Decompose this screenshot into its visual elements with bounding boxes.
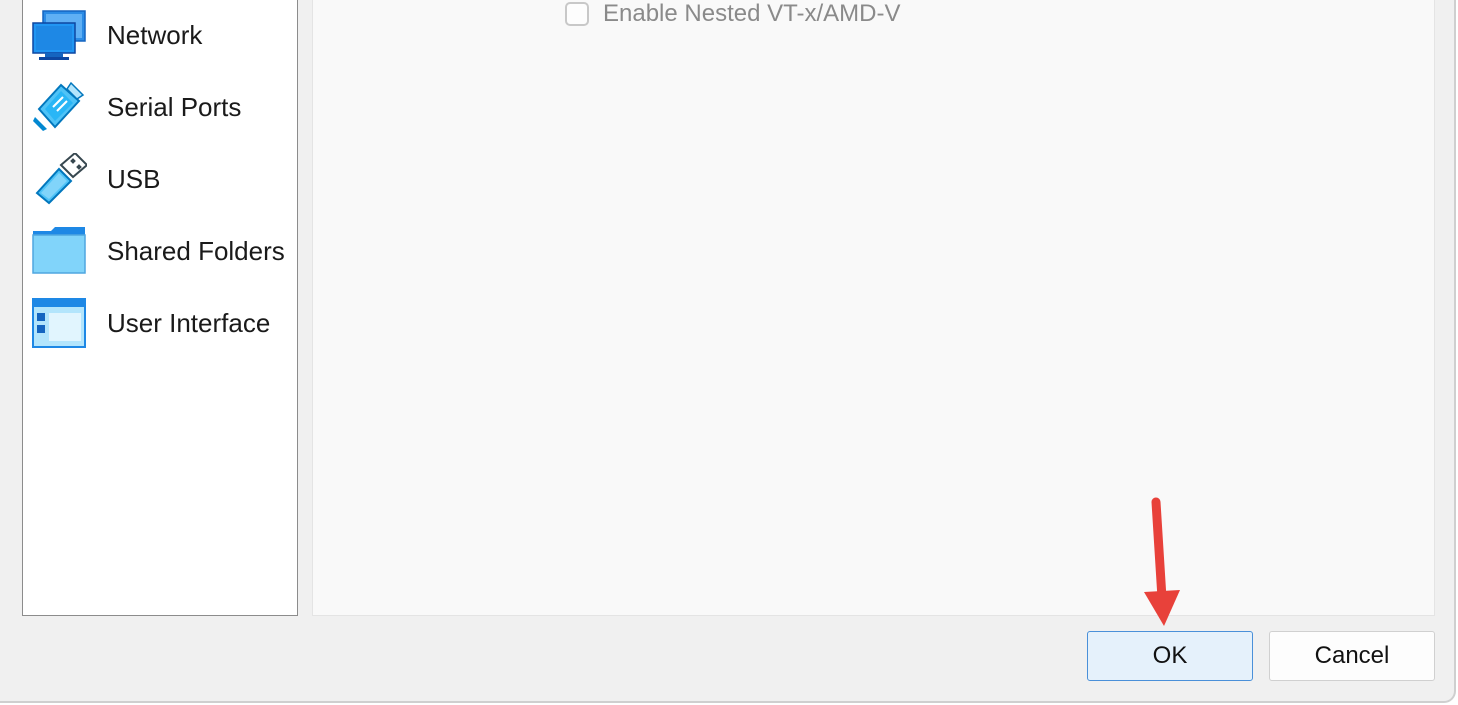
settings-sidebar: Network Serial Ports USB Shared Folders …	[22, 0, 298, 616]
shared-folder-icon	[32, 227, 86, 274]
nested-vtx-row: Enable Nested VT-x/AMD-V	[565, 0, 900, 30]
settings-content-panel: Enable Nested VT-x/AMD-V	[312, 0, 1435, 616]
usb-icon	[35, 153, 87, 205]
sidebar-item-label: Network	[107, 19, 203, 50]
sidebar-item-label: USB	[107, 163, 161, 194]
sidebar-item-label: User Interface	[107, 307, 271, 338]
nested-vtx-label: Enable Nested VT-x/AMD-V	[603, 0, 901, 27]
nested-vtx-checkbox[interactable]	[565, 2, 589, 26]
sidebar-item-network[interactable]: Network	[23, 5, 297, 65]
sidebar-item-label: Serial Ports	[107, 91, 242, 122]
sidebar-item-serial-ports[interactable]: Serial Ports	[23, 77, 297, 137]
network-icon	[32, 10, 86, 60]
sidebar-item-usb[interactable]: USB	[23, 149, 297, 209]
user-interface-icon	[32, 298, 86, 348]
settings-dialog: Network Serial Ports USB Shared Folders …	[0, 0, 1456, 703]
ok-button[interactable]: OK	[1087, 631, 1253, 681]
sidebar-item-label: Shared Folders	[107, 235, 285, 266]
serial-port-icon	[33, 81, 85, 131]
cancel-button[interactable]: Cancel	[1269, 631, 1435, 681]
sidebar-item-shared-folders[interactable]: Shared Folders	[23, 221, 297, 281]
sidebar-item-user-interface[interactable]: User Interface	[23, 293, 297, 353]
